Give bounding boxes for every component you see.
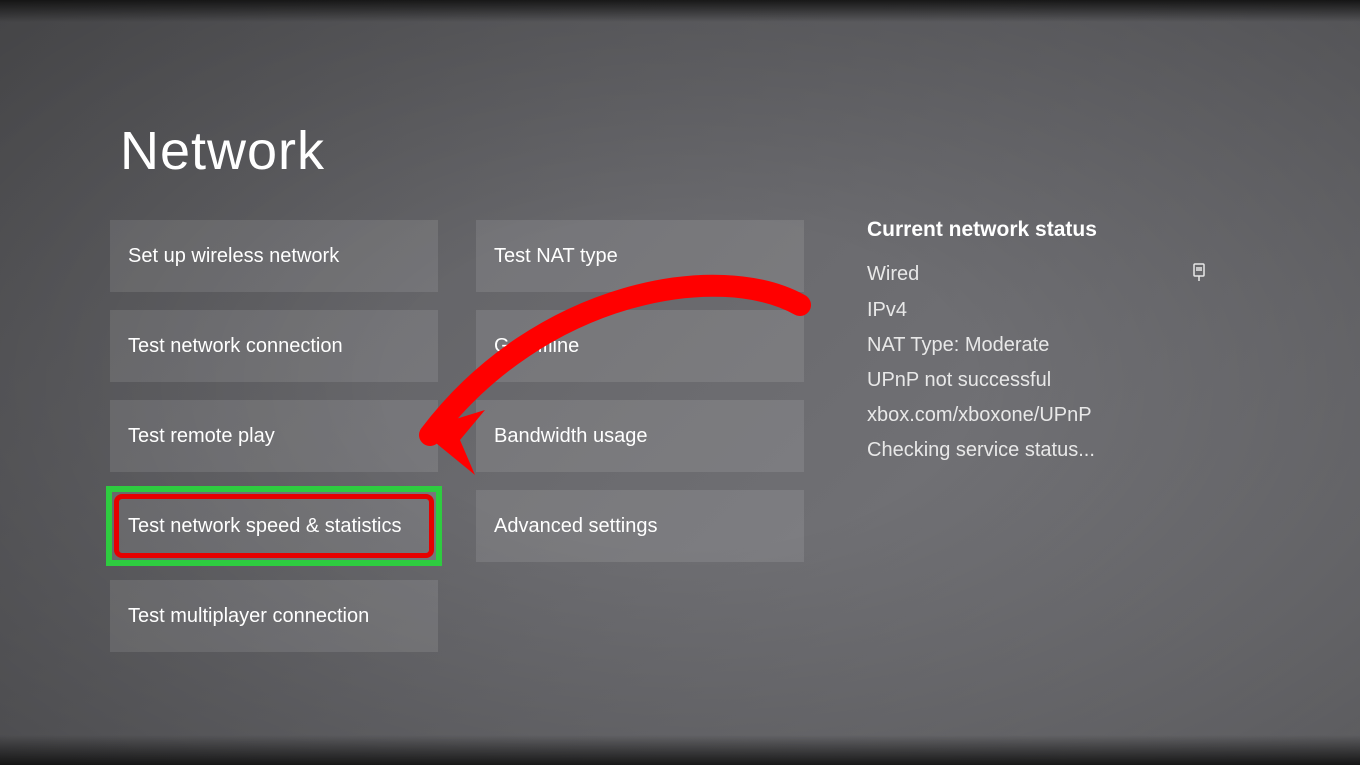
tile-label: Test remote play bbox=[128, 425, 275, 448]
screen-edge-bottom bbox=[0, 735, 1360, 765]
tile-advanced[interactable]: Advanced settings bbox=[476, 490, 804, 562]
tile-label: Test network connection bbox=[128, 335, 343, 358]
status-row-ipv4: IPv4 bbox=[867, 299, 1207, 322]
tile-label: Test NAT type bbox=[494, 245, 618, 268]
ethernet-icon bbox=[1191, 262, 1207, 287]
tile-label: Bandwidth usage bbox=[494, 425, 647, 448]
tile-test-nat[interactable]: Test NAT type bbox=[476, 220, 804, 292]
status-label: xbox.com/xboxone/UPnP bbox=[867, 404, 1092, 427]
status-label: Checking service status... bbox=[867, 439, 1095, 462]
tile-label: Test network speed & statistics bbox=[128, 515, 401, 538]
status-label: NAT Type: Moderate bbox=[867, 334, 1049, 357]
status-label: UPnP not successful bbox=[867, 369, 1051, 392]
status-label: Wired bbox=[867, 263, 919, 286]
status-panel: Current network status Wired IPv4 NAT Ty… bbox=[867, 218, 1207, 474]
status-row-upnp: UPnP not successful bbox=[867, 369, 1207, 392]
tile-label: Go offline bbox=[494, 335, 579, 358]
screen-edge-top bbox=[0, 0, 1360, 22]
status-row-checking: Checking service status... bbox=[867, 439, 1207, 462]
tile-go-offline[interactable]: Go offline bbox=[476, 310, 804, 382]
tile-setup-wireless[interactable]: Set up wireless network bbox=[110, 220, 438, 292]
tile-test-speed[interactable]: Test network speed & statistics bbox=[110, 490, 438, 562]
status-row-upnp-url: xbox.com/xboxone/UPnP bbox=[867, 404, 1207, 427]
tile-test-connection[interactable]: Test network connection bbox=[110, 310, 438, 382]
tile-test-remote-play[interactable]: Test remote play bbox=[110, 400, 438, 472]
settings-columns: Set up wireless network Test network con… bbox=[110, 220, 804, 652]
tile-bandwidth[interactable]: Bandwidth usage bbox=[476, 400, 804, 472]
tile-test-multiplayer[interactable]: Test multiplayer connection bbox=[110, 580, 438, 652]
status-row-nat: NAT Type: Moderate bbox=[867, 334, 1207, 357]
column-left: Set up wireless network Test network con… bbox=[110, 220, 438, 652]
tile-label: Test multiplayer connection bbox=[128, 605, 369, 628]
status-label: IPv4 bbox=[867, 299, 907, 322]
status-row-wired: Wired bbox=[867, 262, 1207, 287]
tile-label: Advanced settings bbox=[494, 515, 657, 538]
tile-label: Set up wireless network bbox=[128, 245, 339, 268]
page-title: Network bbox=[120, 120, 325, 182]
status-header: Current network status bbox=[867, 218, 1207, 242]
column-right: Test NAT type Go offline Bandwidth usage… bbox=[476, 220, 804, 652]
